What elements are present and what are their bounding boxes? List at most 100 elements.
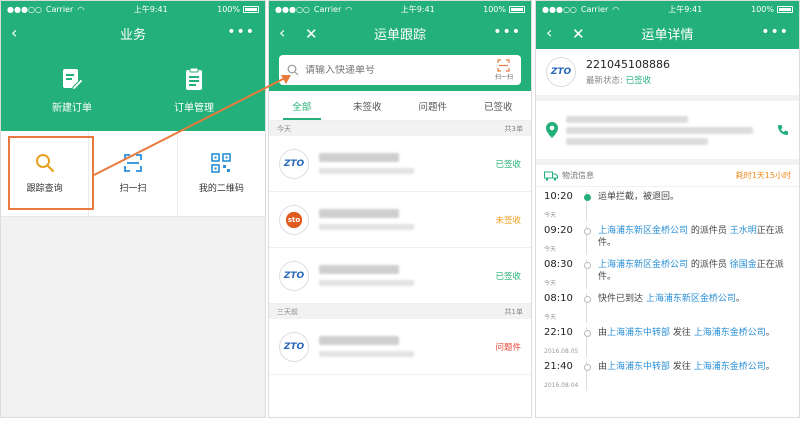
my-qrcode-button[interactable]: 我的二维码 [178, 131, 265, 216]
event-clock: 10:20 [544, 191, 573, 202]
event-link[interactable]: 上海浦东金桥公司 [694, 328, 766, 338]
battery-icon [243, 6, 259, 13]
back-icon[interactable]: ‹ [279, 25, 285, 41]
blurred-content [319, 265, 495, 286]
new-order-button[interactable]: 新建订单 [27, 67, 117, 114]
event-text: 。 [765, 328, 775, 338]
event-text: 。 [765, 362, 775, 372]
event-time: 09:20 今天 [544, 225, 580, 255]
event-link[interactable]: 徐国金 [730, 260, 757, 270]
tab-problem[interactable]: 问题件 [400, 91, 466, 120]
scan-mini-label: 扫一扫 [494, 74, 513, 81]
scan-button[interactable]: 扫一扫 [89, 131, 178, 216]
order-manage-button[interactable]: 订单管理 [149, 67, 239, 114]
latest-state: 最新状态: 已签收 [586, 74, 670, 86]
section-label: 三天前 [277, 307, 298, 316]
log-title: 物流信息 [562, 171, 594, 180]
list-item[interactable]: ZTO 已签收 [269, 248, 531, 304]
carrier-label: Carrier [45, 5, 74, 14]
status-badge: 已签收 [495, 271, 521, 282]
event-text: 由 [598, 362, 608, 372]
filter-tabs: 全部 未签收 问题件 已签收 [269, 91, 531, 121]
zto-logo: ZTO [279, 331, 309, 362]
battery-label: 100% [217, 5, 240, 14]
signal-icon: ●●●○○ [7, 5, 42, 14]
tab-all[interactable]: 全部 [269, 91, 335, 120]
more-icon[interactable]: ••• [761, 24, 789, 40]
circle-dot-icon [580, 259, 594, 289]
event-link[interactable]: 上海浦东新区金桥公司 [598, 260, 688, 270]
close-icon[interactable]: ✕ [305, 25, 318, 43]
blurred-address [566, 112, 769, 149]
back-icon[interactable]: ‹ [546, 25, 552, 41]
event-text: 由 [598, 328, 608, 338]
wifi-icon: ◠ [612, 5, 620, 14]
section-count: 共3单 [504, 124, 523, 133]
carrier-label: Carrier [313, 5, 342, 14]
event-time: 08:30 今天 [544, 259, 580, 289]
duration: 耗时1天15小时 [735, 171, 791, 180]
circle-dot-icon [580, 225, 594, 255]
status-badge: 已签收 [495, 159, 521, 170]
more-icon[interactable]: ••• [493, 24, 521, 40]
phone-icon[interactable] [777, 124, 789, 136]
circle-dot-icon [580, 293, 594, 323]
screen-waybill-detail: ●●●○○ Carrier ◠ 上午9:41 100% ‹ ✕ 运单详情 ••• Z… [535, 0, 800, 418]
qrcode-icon [211, 153, 232, 173]
event-clock: 08:10 [544, 293, 573, 304]
scan-icon [124, 154, 142, 172]
waybill-header: ZTO 221045108886 最新状态: 已签收 [536, 49, 799, 101]
event-link[interactable]: 上海浦东金桥公司 [694, 362, 766, 372]
circle-dot-icon [580, 361, 594, 391]
timeline-event: 08:10 今天 快件已到达 上海浦东新区金桥公司。 [536, 289, 799, 323]
zto-logo: ZTO [279, 260, 309, 291]
event-description: 运单拦截，被退回。 [594, 191, 791, 221]
truck-icon [544, 171, 558, 181]
tab-unsigned[interactable]: 未签收 [335, 91, 401, 120]
status-bar: ●●●○○ Carrier ◠ 上午9:41 100% [269, 1, 531, 18]
state-label: 最新状态: [586, 76, 623, 86]
location-pin-icon [546, 122, 558, 138]
more-icon[interactable]: ••• [227, 24, 255, 40]
list-item[interactable]: sto 未签收 [269, 192, 531, 248]
nav-bar: ‹ ✕ 运单跟踪 ••• [269, 18, 531, 49]
highlight-box [8, 136, 94, 210]
event-day: 今天 [544, 280, 557, 287]
battery-icon [509, 6, 525, 13]
signal-icon: ●●●○○ [542, 5, 577, 14]
status-bar: ●●●○○ Carrier ◠ 上午9:41 100% [1, 1, 265, 18]
event-text: 的派件员 [688, 260, 730, 270]
section-count: 共1单 [504, 307, 523, 316]
search-scan-button[interactable]: 扫一扫 [495, 59, 513, 81]
event-timeline: 10:20 今天 运单拦截，被退回。 09:20 今天 上海浦东新区金桥公司 的派件员 王… [536, 187, 799, 391]
wifi-icon: ◠ [77, 5, 85, 14]
event-link[interactable]: 上海浦东中转部 [607, 328, 670, 338]
zto-logo: ZTO [546, 57, 576, 87]
back-icon[interactable]: ‹ [11, 25, 17, 41]
section-header-today: 今天 共3单 [269, 121, 531, 136]
event-day: 2016.08.05 [544, 348, 579, 355]
blurred-content [319, 336, 495, 357]
event-text: 的派件员 [688, 226, 730, 236]
event-clock: 22:10 [544, 327, 573, 338]
list-item[interactable]: ZTO 已签收 [269, 136, 531, 192]
event-time: 10:20 今天 [544, 191, 580, 221]
tracking-number-input[interactable] [305, 64, 489, 76]
section-header-three-days: 三天前 共1单 [269, 304, 531, 319]
event-description: 由上海浦东中转部 发往 上海浦东金桥公司。 [594, 327, 791, 357]
event-text: 发往 [670, 362, 694, 372]
scan-icon [497, 59, 511, 72]
battery-label: 100% [483, 5, 506, 14]
close-icon[interactable]: ✕ [572, 25, 585, 43]
event-link[interactable]: 上海浦东新区金桥公司 [598, 226, 688, 236]
event-text: 。 [735, 294, 745, 304]
event-clock: 08:30 [544, 259, 573, 270]
my-qrcode-label: 我的二维码 [198, 184, 244, 194]
event-link[interactable]: 上海浦东中转部 [607, 362, 670, 372]
timeline-event: 09:20 今天 上海浦东新区金桥公司 的派件员 王水明正在派件。 [536, 221, 799, 255]
event-link[interactable]: 王水明 [730, 226, 757, 236]
list-item[interactable]: ZTO 问题件 [269, 319, 531, 375]
search-icon [287, 64, 299, 76]
event-link[interactable]: 上海浦东新区金桥公司 [646, 294, 736, 304]
tab-signed[interactable]: 已签收 [466, 91, 532, 120]
